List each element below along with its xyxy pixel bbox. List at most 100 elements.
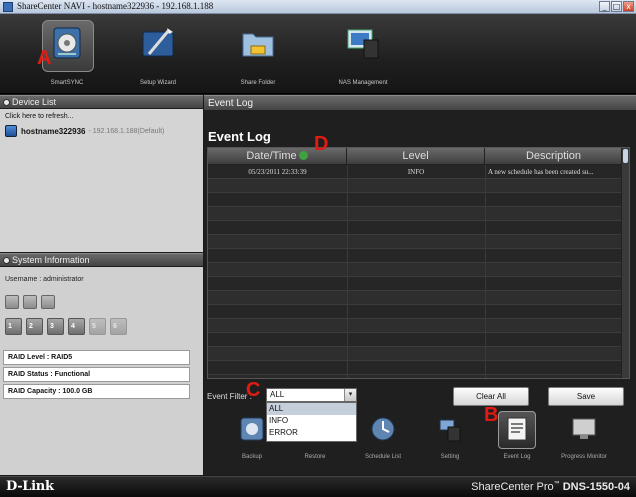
marker-b: B xyxy=(484,404,499,426)
setting-icon xyxy=(439,419,461,442)
raid-capacity: RAID Capacity : 100.0 GB xyxy=(3,384,190,399)
product-name: ShareCenter Pro xyxy=(471,481,554,493)
toolbar-setup-wizard[interactable]: Setup Wizard xyxy=(113,20,203,90)
device-ip: - 192.168.1.188(Default) xyxy=(88,127,165,135)
product-brand: ShareCenter Pro™ DNS-1550-04 xyxy=(471,481,630,493)
marker-d: D xyxy=(314,133,329,155)
table-row[interactable]: 05/23/2011 22:33:39 INFO A new schedule … xyxy=(208,165,622,179)
footer-bar: D-Link ShareCenter Pro™ DNS-1550-04 xyxy=(0,476,636,497)
table-row xyxy=(208,361,622,375)
window-titlebar: ShareCenter NAVI - hostname322936 - 192.… xyxy=(0,0,636,14)
disk-icon: 4 xyxy=(68,318,85,335)
raid-status: RAID Status : Functional xyxy=(3,367,190,382)
scrollbar-thumb[interactable] xyxy=(623,149,628,163)
device-list: Click here to refresh... hostname322936 … xyxy=(0,109,203,252)
app-icon xyxy=(3,2,13,12)
toolbar-smartsync[interactable]: SmartSYNC xyxy=(22,20,112,90)
toolbar-nas-management[interactable]: NAS Management xyxy=(318,20,408,90)
table-row xyxy=(208,333,622,347)
table-row xyxy=(208,179,622,193)
progress-monitor-icon xyxy=(572,418,596,439)
table-row xyxy=(208,319,622,333)
column-label: Date/Time xyxy=(246,150,297,162)
event-filter-select[interactable]: ALL ▾ xyxy=(266,388,357,402)
system-info-panel: Username : administrator 1 2 3 4 5 6 RAI… xyxy=(0,267,203,475)
tool-progress-monitor[interactable]: Progress Monitor xyxy=(554,415,614,475)
column-level[interactable]: Level xyxy=(347,148,485,165)
page-title: Event Log xyxy=(208,129,271,144)
toolbar-label: Share Folder xyxy=(240,80,276,86)
share-folder-icon xyxy=(242,33,274,57)
table-rows: 05/23/2011 22:33:39 INFO A new schedule … xyxy=(208,165,622,375)
tool-setting[interactable]: Setting xyxy=(420,415,480,475)
window-controls: _ □ x xyxy=(599,1,634,12)
sort-ascending-icon xyxy=(298,151,308,160)
cell-level: INFO xyxy=(407,168,425,176)
refresh-icon[interactable] xyxy=(41,295,55,309)
table-row xyxy=(208,291,622,305)
power-icon[interactable] xyxy=(5,295,19,309)
system-info-title: System Information xyxy=(12,255,90,265)
tool-label: Event Log xyxy=(503,454,531,460)
column-description[interactable]: Description xyxy=(485,148,622,165)
tool-schedule-list[interactable]: Schedule List xyxy=(353,415,413,475)
table-row xyxy=(208,305,622,319)
tool-restore[interactable]: Restore xyxy=(285,415,345,475)
device-hostname: hostname322936 xyxy=(21,126,86,136)
maximize-button[interactable]: □ xyxy=(611,1,622,12)
tool-backup[interactable]: Backup xyxy=(222,415,282,475)
window-title: ShareCenter NAVI - hostname322936 - 192.… xyxy=(17,1,214,11)
tool-label: Restore xyxy=(304,454,326,460)
refresh-link[interactable]: Click here to refresh... xyxy=(5,113,73,120)
table-row xyxy=(208,207,622,221)
main-toolbar: SmartSYNC Setup Wizard Share Folder NAS … xyxy=(0,14,636,94)
tool-label: Backup xyxy=(241,454,262,460)
collapse-dot-icon[interactable] xyxy=(3,257,10,264)
disk-icon-row: 1 2 3 4 5 6 xyxy=(5,318,127,335)
trademark: ™ xyxy=(553,481,560,487)
save-button[interactable]: Save xyxy=(548,387,624,406)
tool-label: Schedule List xyxy=(364,454,402,460)
minimize-button[interactable]: _ xyxy=(599,1,610,12)
nas-device-icon xyxy=(5,125,17,137)
device-item[interactable]: hostname322936 - 192.168.1.188(Default) xyxy=(5,125,164,137)
dlink-logo: D-Link xyxy=(6,479,54,494)
chevron-down-icon[interactable]: ▾ xyxy=(344,389,356,401)
table-row xyxy=(208,263,622,277)
username-label: Username : administrator xyxy=(5,276,84,283)
toolbar-share-folder[interactable]: Share Folder xyxy=(213,20,303,90)
bottom-toolbar: Backup Restore Schedule List Setting Eve… xyxy=(204,409,636,475)
device-list-header: Device List xyxy=(0,95,203,108)
disk-icon: 3 xyxy=(47,318,64,335)
table-row xyxy=(208,347,622,361)
event-log-table: Date/Time Level Description 05/23/2011 2… xyxy=(207,147,630,379)
event-log-header: Event Log xyxy=(204,95,636,110)
device-list-title: Device List xyxy=(12,97,57,107)
event-filter-value: ALL xyxy=(270,390,285,399)
nas-management-icon xyxy=(347,29,379,59)
close-button[interactable]: x xyxy=(623,1,634,12)
cell-description: A new schedule has been created su... xyxy=(488,168,594,176)
system-info-header: System Information xyxy=(0,253,203,266)
disk-icon: 1 xyxy=(5,318,22,335)
smartsync-icon xyxy=(53,27,81,59)
table-row xyxy=(208,277,622,291)
event-log-icon xyxy=(507,417,527,441)
disk-icon: 2 xyxy=(26,318,43,335)
model-number: DNS-1550-04 xyxy=(562,481,630,493)
disk-icon: 6 xyxy=(110,318,127,335)
column-divider xyxy=(347,165,348,378)
info-icon[interactable] xyxy=(23,295,37,309)
raid-level: RAID Level : RAID5 xyxy=(3,350,190,365)
marker-a: A xyxy=(37,47,52,69)
setup-wizard-icon xyxy=(142,28,174,57)
marker-c: C xyxy=(246,379,261,401)
column-divider xyxy=(485,165,486,378)
collapse-dot-icon[interactable] xyxy=(3,99,10,106)
system-icon-row xyxy=(5,295,55,309)
table-header: Date/Time Level Description xyxy=(208,148,622,165)
table-scrollbar[interactable] xyxy=(621,148,629,378)
toolbar-label: NAS Management xyxy=(338,80,388,86)
tool-label: Progress Monitor xyxy=(561,454,607,460)
toolbar-label: SmartSYNC xyxy=(50,80,84,86)
